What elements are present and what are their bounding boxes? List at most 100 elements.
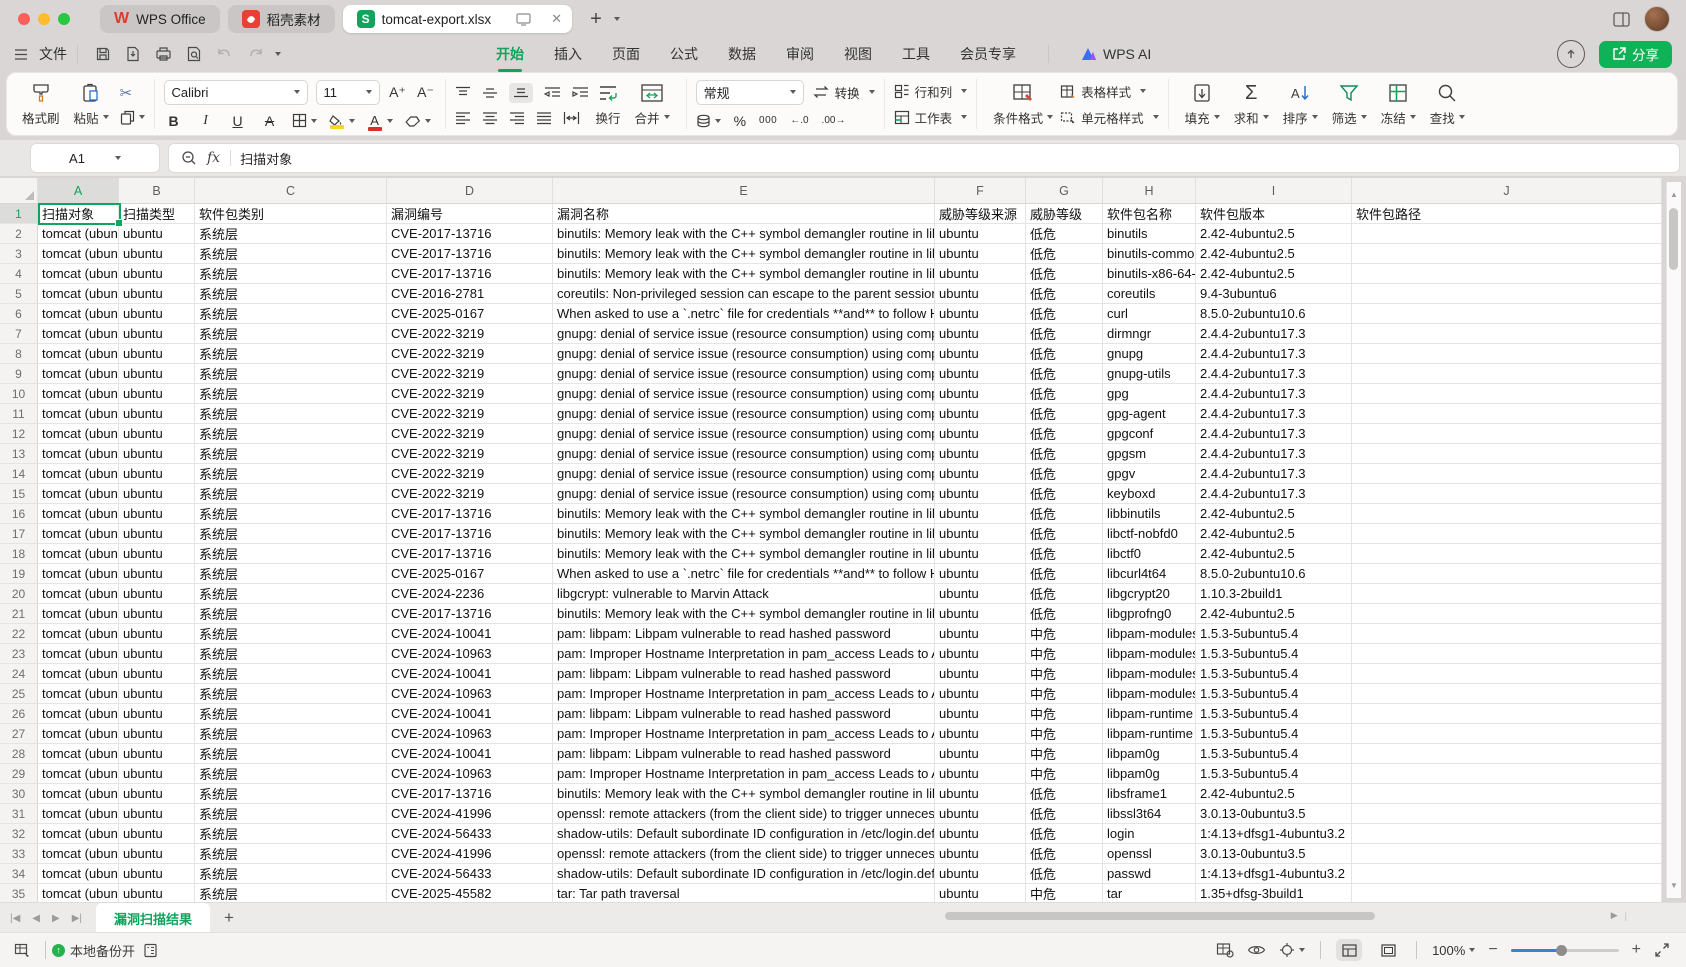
cell-threat-source[interactable]: ubuntu (935, 744, 1026, 764)
cell-pkg-name[interactable]: coreutils (1103, 284, 1196, 304)
column-header-d[interactable]: D (387, 178, 553, 204)
row-number[interactable]: 26 (0, 704, 38, 724)
format-painter-button[interactable]: 格式刷 (15, 82, 67, 127)
row-number[interactable]: 28 (0, 744, 38, 764)
tab-data[interactable]: 数据 (728, 42, 756, 66)
column-header-h[interactable]: H (1103, 178, 1196, 204)
row-number[interactable]: 2 (0, 224, 38, 244)
cell-pkg-name[interactable]: curl (1103, 304, 1196, 324)
zoom-window-button[interactable] (58, 13, 70, 25)
cell-scan-type[interactable]: ubuntu (119, 264, 195, 284)
underline-button[interactable]: U (228, 113, 248, 129)
cell-pkg-name[interactable]: libpam-modules-bin (1103, 684, 1196, 704)
cell-scan-type[interactable]: ubuntu (119, 324, 195, 344)
cell-threat-source[interactable]: ubuntu (935, 484, 1026, 504)
cell-threat-level[interactable]: 低危 (1026, 284, 1103, 304)
row-number[interactable]: 1 (0, 204, 38, 224)
fill-color-button[interactable] (329, 115, 355, 126)
find-button[interactable]: 查找 (1423, 82, 1472, 127)
cell-pkg-version[interactable]: 2.4.4-2ubuntu17.3 (1196, 484, 1352, 504)
cell-threat-source[interactable]: ubuntu (935, 524, 1026, 544)
cell-scan-type[interactable]: ubuntu (119, 364, 195, 384)
vertical-scroll-thumb[interactable] (1669, 208, 1678, 270)
normal-view-button[interactable] (1336, 939, 1362, 961)
cell-pkg-category[interactable]: 系统层 (195, 544, 387, 564)
column-header-a[interactable]: A (38, 178, 119, 204)
cell-cve-id[interactable]: CVE-2022-3219 (387, 444, 553, 464)
cell-pkg-path[interactable] (1352, 684, 1662, 704)
cell-cve-id[interactable]: CVE-2017-13716 (387, 264, 553, 284)
cell-vuln-name[interactable]: pam: Improper Hostname Interpretation in… (553, 684, 935, 704)
align-bottom-icon[interactable] (509, 83, 533, 103)
cell-threat-level[interactable]: 中危 (1026, 884, 1103, 902)
cell-pkg-version[interactable]: 1.5.3-5ubuntu5.4 (1196, 624, 1352, 644)
cell-threat-source[interactable]: ubuntu (935, 404, 1026, 424)
cell-threat-source[interactable]: ubuntu (935, 364, 1026, 384)
row-number[interactable]: 29 (0, 764, 38, 784)
cell-scan-target[interactable]: tomcat (ubuntu (38, 304, 119, 324)
cell-threat-level[interactable]: 中危 (1026, 664, 1103, 684)
row-number[interactable]: 34 (0, 864, 38, 884)
redo-icon[interactable] (247, 47, 264, 61)
cell-vuln-name[interactable]: gnupg: denial of service issue (resource… (553, 344, 935, 364)
row-number[interactable]: 16 (0, 504, 38, 524)
cell-cve-id[interactable]: CVE-2024-41996 (387, 804, 553, 824)
cell-pkg-name[interactable]: gpgsm (1103, 444, 1196, 464)
cell-cve-id[interactable]: CVE-2024-10041 (387, 664, 553, 684)
cell-pkg-version[interactable]: 1.10.3-2build1 (1196, 584, 1352, 604)
cell-scan-target[interactable]: tomcat (ubuntu (38, 284, 119, 304)
row-number[interactable]: 31 (0, 804, 38, 824)
select-all-corner[interactable] (0, 178, 38, 204)
cell-scan-target[interactable]: tomcat (ubuntu (38, 724, 119, 744)
cell-threat-level[interactable]: 低危 (1026, 844, 1103, 864)
cell-scan-target[interactable]: tomcat (ubuntu (38, 464, 119, 484)
cell-pkg-version[interactable]: 1:4.13+dfsg1-4ubuntu3.2 (1196, 864, 1352, 884)
cell-pkg-path[interactable] (1352, 484, 1662, 504)
cell-cve-id[interactable]: CVE-2017-13716 (387, 604, 553, 624)
cell-pkg-path[interactable] (1352, 604, 1662, 624)
cell-threat-level[interactable]: 低危 (1026, 244, 1103, 264)
row-number[interactable]: 15 (0, 484, 38, 504)
zoom-level[interactable]: 100% (1432, 943, 1475, 958)
new-tab-button[interactable]: + (590, 8, 602, 31)
cell-vuln-name[interactable]: libgcrypt: vulnerable to Marvin Attack (553, 584, 935, 604)
cell-scan-target[interactable]: tomcat (ubuntu (38, 224, 119, 244)
cell-pkg-version[interactable]: 2.42-4ubuntu2.5 (1196, 504, 1352, 524)
bold-button[interactable]: B (164, 113, 184, 129)
upload-cloud-icon[interactable] (1557, 40, 1585, 68)
tab-review[interactable]: 审阅 (786, 42, 814, 66)
zoom-in-button[interactable]: + (1632, 941, 1641, 959)
cell-pkg-name[interactable]: libpam-runtime (1103, 704, 1196, 724)
close-window-button[interactable] (18, 13, 30, 25)
cell-pkg-path[interactable] (1352, 864, 1662, 884)
cell-pkg-category[interactable]: 系统层 (195, 524, 387, 544)
cell-pkg-path[interactable] (1352, 224, 1662, 244)
cell-scan-type[interactable]: ubuntu (119, 484, 195, 504)
cell-h1[interactable]: 软件包名称 (1103, 204, 1196, 224)
cell-pkg-path[interactable] (1352, 364, 1662, 384)
cell-vuln-name[interactable]: pam: libpam: Libpam vulnerable to read h… (553, 704, 935, 724)
cell-pkg-path[interactable] (1352, 744, 1662, 764)
cell-vuln-name[interactable]: pam: libpam: Libpam vulnerable to read h… (553, 744, 935, 764)
decrease-decimal-button[interactable]: .00→ (822, 115, 846, 126)
row-number[interactable]: 10 (0, 384, 38, 404)
cell-pkg-version[interactable]: 2.4.4-2ubuntu17.3 (1196, 344, 1352, 364)
cell-vuln-name[interactable]: When asked to use a `.netrc` file for cr… (553, 564, 935, 584)
cell-pkg-category[interactable]: 系统层 (195, 464, 387, 484)
sheet-tab-active[interactable]: 漏洞扫描结果 (96, 903, 210, 933)
cell-vuln-name[interactable]: pam: Improper Hostname Interpretation in… (553, 644, 935, 664)
cell-pkg-path[interactable] (1352, 884, 1662, 902)
cell-pkg-category[interactable]: 系统层 (195, 584, 387, 604)
cell-pkg-name[interactable]: gpgv (1103, 464, 1196, 484)
row-number[interactable]: 7 (0, 324, 38, 344)
tab-list-chevron-icon[interactable] (614, 17, 620, 21)
row-number[interactable]: 20 (0, 584, 38, 604)
cell-pkg-version[interactable]: 2.4.4-2ubuntu17.3 (1196, 404, 1352, 424)
align-top-icon[interactable] (455, 86, 471, 100)
cell-threat-source[interactable]: ubuntu (935, 464, 1026, 484)
horizontal-scrollbar[interactable]: ▶ | (935, 910, 1635, 922)
cell-scan-target[interactable]: tomcat (ubuntu (38, 644, 119, 664)
quick-access-chevron-icon[interactable] (275, 52, 281, 56)
column-header-j[interactable]: J (1352, 178, 1662, 204)
fx-icon[interactable]: fx (207, 150, 220, 166)
